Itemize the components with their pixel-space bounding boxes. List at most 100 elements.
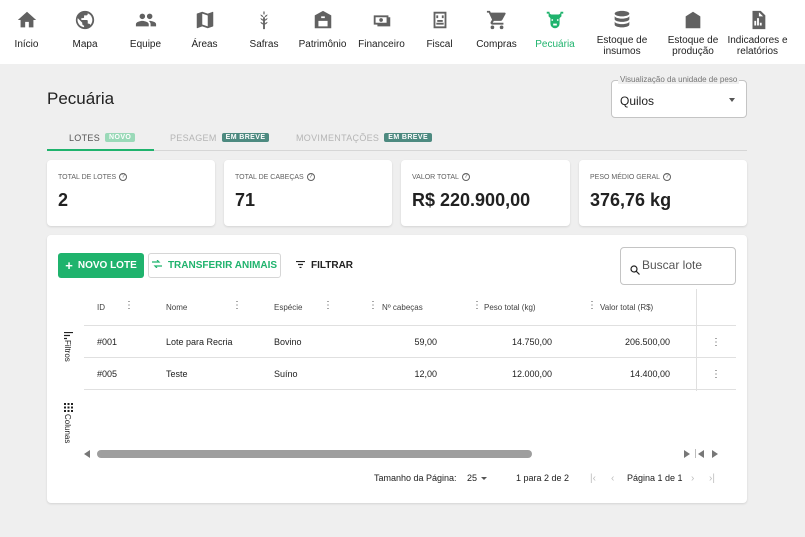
row-range: 1 para 2 de 2 [516,473,570,483]
nav-item-inicio[interactable]: Início [0,0,53,64]
tab-lotes[interactable]: LOTES NOVO [69,124,136,151]
stat-label-row: TOTAL DE CABEÇAS? [235,173,315,181]
nav-item-estoque-insumos[interactable]: Estoque de insumos [585,0,659,64]
table-row[interactable]: #005 Teste Suíno 12,00 12.000,00 14.400,… [84,358,736,390]
columns-side-button[interactable]: Colunas [60,399,76,449]
scroll-left-icon[interactable] [698,450,704,458]
next-page-icon[interactable]: › [691,473,694,484]
cell-heads: 12,00 [414,369,437,379]
coming-soon-badge: EM BREVE [384,133,433,142]
report-icon [747,9,769,31]
nav-item-areas[interactable]: Áreas [174,0,235,64]
column-header[interactable]: Valor total (R$) [600,303,670,312]
caret-down-icon [729,98,735,102]
nav-label: Compras [476,39,517,50]
filter-button[interactable]: FILTRAR [296,253,353,278]
nav-item-safras[interactable]: Safras [235,0,293,64]
search-lot-field[interactable] [620,247,736,285]
scroll-left-icon[interactable] [84,450,90,458]
column-menu-icon[interactable]: ⋮ [232,301,242,311]
lots-table: ID ⋮ Nome ⋮ Espécie ⋮ ⋮ Nº cabeças ⋮ Pes… [84,289,736,464]
nav-label: Estoque de produção [667,35,719,57]
column-menu-icon[interactable]: ⋮ [323,301,333,311]
column-header[interactable]: Nº cabeças [382,303,437,312]
transfer-animals-label: TRANSFERIR ANIMAIS [167,260,278,271]
stat-label: TOTAL DE LOTES [58,173,117,181]
tab-movimentacoes[interactable]: MOVIMENTAÇÕES EM BREVE [296,124,433,151]
nav-item-mapa[interactable]: Mapa [53,0,117,64]
cell-id: #005 [97,369,118,379]
page-size-select[interactable]: 25 [467,473,488,483]
scrollbar-thumb[interactable] [97,450,532,458]
database-icon [611,9,633,31]
cell-value: 206.500,00 [624,337,670,347]
first-page-icon[interactable]: |‹ [590,473,596,484]
scroll-right-icon[interactable] [712,450,718,458]
invoice-icon [429,9,451,31]
nav-label: Início [14,39,39,50]
cell-weight: 14.750,00 [511,337,552,347]
previous-page-icon[interactable]: ‹ [611,473,614,484]
nav-item-equipe[interactable]: Equipe [117,0,174,64]
filters-side-button[interactable]: Filtros [60,327,76,371]
nav-label: Mapa [72,39,98,50]
scrollbar-divider [695,449,696,458]
nav-item-financeiro[interactable]: Financeiro [352,0,411,64]
filter-label: FILTRAR [311,260,354,271]
stat-value: 376,76 kg [590,190,672,210]
plus-icon: + [65,257,73,273]
cell-species: Suíno [274,369,298,379]
new-lot-button[interactable]: + NOVO LOTE [58,253,144,278]
stat-value: R$ 220.900,00 [412,190,531,210]
table-row[interactable]: #001 Lote para Recria Bovino 59,00 14.75… [84,326,736,358]
people-icon [135,9,157,31]
column-menu-icon[interactable]: ⋮ [587,301,597,311]
cow-icon [544,9,566,31]
help-icon[interactable]: ? [663,173,672,181]
horizontal-scrollbar[interactable] [84,449,736,458]
column-header[interactable]: Nome [166,303,187,312]
column-menu-icon[interactable]: ⋮ [368,301,378,311]
map-icon [194,9,216,31]
help-icon[interactable]: ? [119,173,128,181]
silo-icon [682,9,704,31]
filters-side-label: Filtros [63,340,72,362]
stat-card-total-lotes: TOTAL DE LOTES? 2 [47,160,215,226]
barn-icon [312,9,334,31]
nav-item-pecuaria[interactable]: Pecuária [525,0,585,64]
nav-item-fiscal[interactable]: Fiscal [411,0,468,64]
stat-card-valor-total: VALOR TOTAL? R$ 220.900,00 [401,160,570,226]
stat-label: PESO MÉDIO GERAL [590,173,661,181]
search-lot-input[interactable] [642,257,730,273]
tab-pesagem[interactable]: PESAGEM EM BREVE [170,124,270,151]
transfer-animals-button[interactable]: TRANSFERIR ANIMAIS [148,253,281,278]
nav-item-estoque-producao[interactable]: Estoque de produção [659,0,727,64]
cell-heads: 59,00 [414,337,437,347]
page-title: Pecuária [47,89,115,108]
tab-label: MOVIMENTAÇÕES [296,132,380,143]
scroll-right-icon[interactable] [684,450,690,458]
help-icon[interactable]: ? [306,173,315,181]
tab-bar: LOTES NOVO PESAGEM EM BREVE MOVIMENTAÇÕE… [47,124,747,151]
row-actions-icon[interactable]: ⋮ [711,370,721,380]
column-header[interactable]: Peso total (kg) [484,303,552,312]
nav-item-patrimonio[interactable]: Patrimônio [293,0,352,64]
weight-unit-select[interactable]: Visualização da unidade de peso Quilos [611,75,747,118]
cell-id: #001 [97,337,118,347]
tab-label: PESAGEM [170,132,217,143]
row-actions-icon[interactable]: ⋮ [711,338,721,348]
column-menu-icon[interactable]: ⋮ [472,301,482,311]
coming-soon-badge: EM BREVE [221,133,270,142]
table-header: ID ⋮ Nome ⋮ Espécie ⋮ ⋮ Nº cabeças ⋮ Pes… [84,289,736,326]
stat-value: 71 [235,190,256,210]
last-page-icon[interactable]: ›| [709,473,715,484]
column-header[interactable]: Espécie [274,303,302,312]
column-menu-icon[interactable]: ⋮ [124,301,134,311]
column-header[interactable]: ID [97,303,105,312]
nav-item-compras[interactable]: Compras [468,0,525,64]
nav-item-indicadores[interactable]: Indicadores e relatórios [727,0,788,64]
cell-name: Lote para Recria [166,337,233,347]
pinned-column-divider [696,289,697,391]
help-icon[interactable]: ? [461,173,470,181]
stat-label-row: TOTAL DE LOTES? [58,173,128,181]
